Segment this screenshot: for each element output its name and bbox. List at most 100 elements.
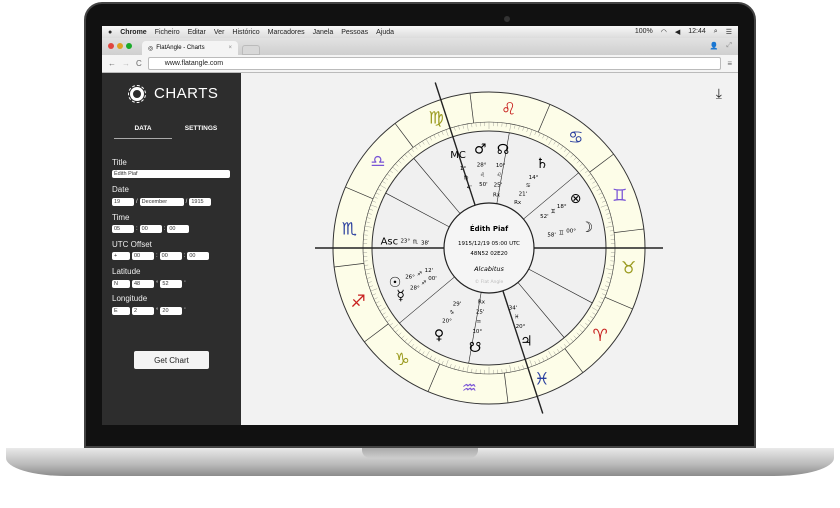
south-node-position: 10°: [472, 329, 482, 335]
tab-data[interactable]: DATA: [114, 125, 172, 139]
hour-input[interactable]: 05: [112, 225, 134, 233]
mercury-position: ♐: [421, 281, 426, 287]
url-input[interactable]: www.flatangle.com: [147, 57, 722, 70]
zoom-window-button[interactable]: [126, 43, 132, 49]
venus-position: 20°: [442, 319, 452, 325]
north-node-position: 25': [494, 183, 503, 189]
sign-taurus-icon: ♉: [621, 259, 636, 279]
menu-marcadores[interactable]: Marcadores: [268, 29, 305, 36]
search-icon[interactable]: ⌕: [714, 28, 718, 36]
menu-icon[interactable]: ≡: [727, 59, 732, 68]
asc-position: ♏: [413, 240, 418, 246]
month-select[interactable]: December: [139, 198, 184, 206]
battery-status[interactable]: 100%: [635, 28, 653, 36]
mars-position: 50': [479, 182, 488, 188]
lat-dir-select[interactable]: N: [112, 280, 130, 288]
year-input[interactable]: 1915: [189, 198, 212, 206]
jupiter-icon: ♃: [520, 334, 533, 350]
jupiter-position: 34': [509, 305, 518, 311]
moon-position: ♊: [559, 230, 564, 237]
mars-position: 28°: [477, 162, 487, 168]
mercury-icon: ☿: [396, 288, 405, 304]
day-input[interactable]: 19: [112, 198, 134, 206]
mercury-position: 28°: [410, 285, 420, 291]
address-bar-row: ← → C www.flatangle.com ≡: [102, 55, 738, 73]
menu-ficheiro[interactable]: Ficheiro: [155, 29, 180, 36]
logo-icon: [128, 84, 146, 103]
astro-wheel: ♏ ♐ ♑ ♒ ♓ ♈ ♉ ♊ ♋ ♌ ♍ ♎ 1915/12/19 05:00 UTC 48N52 02…: [315, 82, 663, 414]
browser-tab[interactable]: ◎ FlatAngle - Charts ×: [142, 41, 238, 55]
list-icon[interactable]: ☰: [726, 28, 732, 36]
latitude-label: Latitude: [112, 267, 141, 276]
saturn-icon: ♄: [536, 156, 549, 172]
minimize-window-button[interactable]: [117, 43, 123, 49]
moon-icon: ☽: [581, 220, 594, 236]
fortune-position: ♊: [551, 208, 556, 215]
new-tab-button[interactable]: [242, 45, 260, 55]
north-node-position: 10°: [496, 163, 506, 169]
wifi-icon[interactable]: ◠: [661, 28, 667, 36]
north-node-icon: ☊: [497, 142, 509, 158]
moon-position: 58': [547, 233, 556, 239]
lat-deg-input[interactable]: 48: [132, 280, 154, 288]
tab-title: FlatAngle - Charts: [156, 45, 205, 51]
lon-min-input[interactable]: 20: [160, 307, 183, 315]
favicon-icon: ◎: [148, 45, 154, 52]
back-icon[interactable]: ←: [108, 59, 116, 68]
asc-position: 23°: [400, 239, 410, 245]
saturn-position: 21': [519, 192, 528, 198]
mc-position: ♍: [464, 176, 469, 182]
watermark: © Flat Angle: [475, 278, 504, 285]
screen: ● Chrome Ficheiro Editar Ver Histórico M…: [102, 26, 738, 425]
minute-input[interactable]: 00: [139, 225, 162, 233]
sign-aries-icon: ♈: [592, 326, 607, 346]
volume-icon[interactable]: ◀: [675, 28, 680, 36]
clock[interactable]: 12:44: [688, 28, 706, 36]
longitude-label: Longitude: [112, 294, 148, 303]
asc-position: 38': [421, 240, 430, 246]
download-icon[interactable]: ⤓: [716, 85, 722, 102]
menu-ver[interactable]: Ver: [214, 29, 225, 36]
date-label: Date: [112, 185, 129, 194]
brand-text: CHARTS: [154, 85, 219, 102]
moon-position: 00°: [566, 229, 576, 235]
utc-minute-input[interactable]: 00: [159, 252, 182, 260]
utc-hour-input[interactable]: 00: [132, 252, 154, 260]
saturn-position: Rx: [514, 200, 522, 206]
north-node-position: Rx: [493, 193, 501, 199]
second-input[interactable]: 00: [167, 225, 190, 233]
menu-pessoas[interactable]: Pessoas: [341, 29, 368, 36]
jupiter-position: 20°: [516, 324, 526, 330]
sign-aquarius-icon: ♒: [462, 379, 477, 399]
sign-gemini-icon: ♊: [612, 186, 627, 206]
utc-sign-select[interactable]: +: [112, 252, 130, 260]
menu-editar[interactable]: Editar: [188, 29, 206, 36]
profile-icon[interactable]: 👤: [710, 42, 719, 50]
mercury-position: 00': [428, 276, 437, 282]
forward-icon[interactable]: →: [122, 59, 130, 68]
get-chart-button[interactable]: Get Chart: [134, 351, 209, 369]
house-system: Alcabitus: [473, 265, 504, 273]
menu-app[interactable]: Chrome: [120, 29, 146, 36]
asc-icon: Asc: [381, 236, 399, 247]
tab-settings[interactable]: SETTINGS: [172, 125, 230, 139]
south-node-position: 25': [476, 309, 485, 315]
sign-capricorn-icon: ♑: [395, 350, 410, 370]
menu-ajuda[interactable]: Ajuda: [376, 29, 394, 36]
south-node-position: Rx: [478, 299, 486, 305]
close-tab-icon[interactable]: ×: [228, 45, 232, 51]
south-node-position: ♒: [476, 319, 481, 325]
menu-historico[interactable]: Histórico: [232, 29, 259, 36]
lon-deg-input[interactable]: 2: [132, 307, 154, 315]
fortune-position: 52': [540, 214, 549, 220]
lat-min-input[interactable]: 52: [160, 280, 183, 288]
close-window-button[interactable]: [108, 43, 114, 49]
apple-icon[interactable]: ●: [108, 29, 112, 36]
fullscreen-icon[interactable]: ⤢: [726, 42, 732, 50]
menu-janela[interactable]: Janela: [313, 29, 334, 36]
utc-second-input[interactable]: 00: [187, 252, 210, 260]
reload-icon[interactable]: C: [136, 59, 142, 68]
title-input[interactable]: Édith Piaf: [112, 170, 230, 178]
chart-area: ⤓ ♏ ♐ ♑ ♒ ♓ ♈ ♉ ♊ ♋ ♌ ♍ ♎ 1915/12/19 05:00 UTC 48N52 …: [241, 73, 738, 425]
lon-dir-select[interactable]: E: [112, 307, 130, 315]
